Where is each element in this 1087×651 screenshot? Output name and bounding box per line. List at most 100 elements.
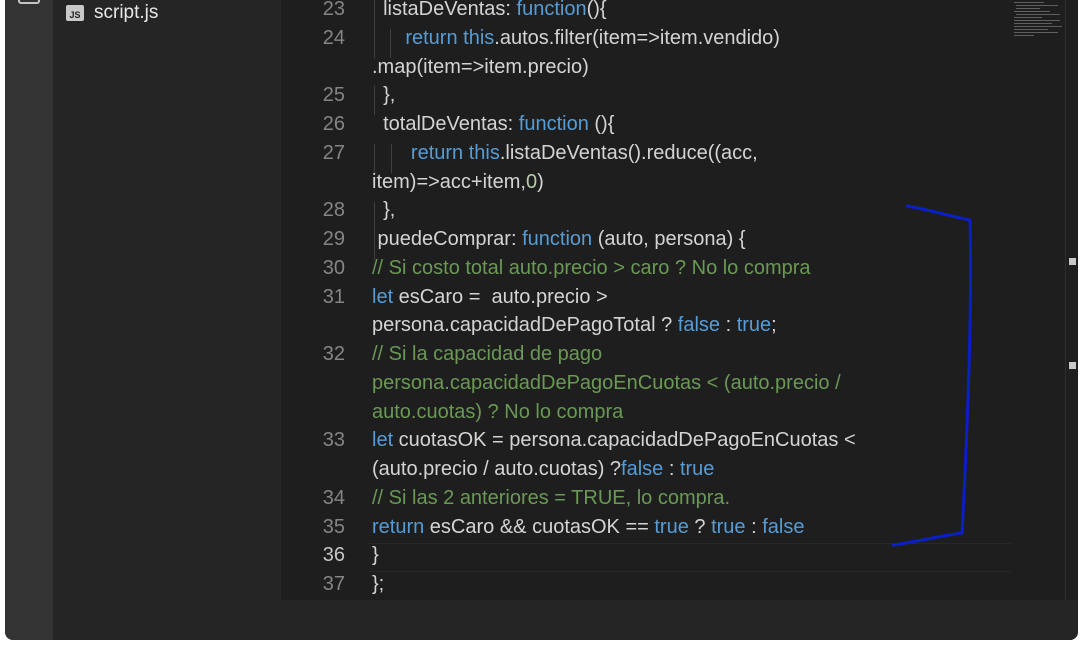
code-token: ): [537, 170, 544, 193]
code-line[interactable]: 30 // Si costo total auto.precio > caro ?…: [281, 254, 1011, 283]
code-line[interactable]: 26 totalDeVentas: function (){: [281, 110, 1011, 139]
code-text: return this.autos.filter(item=>item.vend…: [372, 24, 780, 53]
line-number: 24: [322, 26, 345, 49]
line-number: 32: [322, 343, 345, 365]
code-text: persona.capacidadDePagoEnCuotas < (auto.…: [372, 369, 841, 398]
code-line[interactable]: 35 return esCaro && cuotasOK == true ? tr…: [281, 513, 1011, 542]
line-number: 34: [322, 486, 345, 509]
code-token: return: [372, 515, 425, 538]
scrollbar-marker: [1069, 362, 1076, 369]
code-line[interactable]: 33 let cuotasOK = persona.capacidadDePago…: [281, 426, 1011, 455]
line-number: 25: [322, 84, 345, 107]
code-token: true: [736, 314, 772, 337]
line-number: 30: [322, 256, 345, 279]
code-token: :: [720, 314, 737, 337]
line-number: 26: [322, 113, 345, 135]
code-token: this: [468, 141, 500, 164]
code-token: :: [745, 515, 763, 538]
code-text: }: [372, 541, 379, 570]
line-number: 33: [322, 429, 345, 452]
code-token: (){: [586, 0, 607, 20]
code-token: auto.cuotas) ? No lo compra: [372, 400, 624, 423]
code-token: (auto, persona) {: [592, 228, 746, 250]
code-line[interactable]: persona.capacidadDePagoTotal ? false : t…: [281, 311, 1011, 340]
code-line[interactable]: 34 // Si las 2 anteriores = TRUE, lo comp…: [281, 484, 1011, 513]
activity-bar: [5, 0, 53, 640]
code-token: persona.capacidadDePagoTotal ?: [372, 314, 678, 337]
code-token: false: [762, 515, 805, 538]
indent-guide: [391, 144, 392, 173]
code-line[interactable]: 23 listaDeVentas: function(){: [281, 0, 1011, 24]
code-token: true: [711, 515, 746, 538]
indent-guide: [374, 86, 375, 115]
code-line[interactable]: 25 },: [281, 81, 1011, 110]
code-token: ;: [771, 314, 777, 337]
code-text: totalDeVentas: function (){: [372, 110, 614, 139]
code-line[interactable]: 32 // Si la capacidad de pago: [281, 340, 1011, 369]
code-token: 0: [525, 170, 538, 193]
code-text: (auto.precio / auto.cuotas) ?false : tru…: [372, 455, 714, 484]
code-token: // Si costo total auto.precio > caro ? N…: [372, 256, 811, 279]
code-token: },: [372, 199, 396, 222]
code-token: .autos.filter(item=>item.vendido): [494, 26, 780, 49]
code-text: auto.cuotas) ? No lo compra: [372, 398, 623, 427]
code-token: (auto.precio / auto.cuotas) ?: [372, 458, 622, 480]
code-token: (){: [588, 113, 615, 135]
file-item-script-js[interactable]: JS script.js: [53, 0, 281, 28]
code-text: listaDeVentas: function(){: [372, 0, 607, 24]
js-file-icon: JS: [66, 5, 84, 21]
code-text: };: [372, 570, 384, 599]
code-token: :: [663, 458, 680, 480]
line-number: 36: [322, 544, 345, 567]
line-number: 23: [322, 0, 345, 20]
explorer-icon[interactable]: [18, 0, 40, 4]
indent-guide: [374, 202, 375, 231]
vertical-scrollbar[interactable]: [1065, 0, 1078, 600]
code-text: // Si las 2 anteriores = TRUE, lo compra…: [372, 484, 730, 513]
code-text: return esCaro && cuotasOK == true ? true…: [372, 513, 804, 542]
code-token: false: [677, 314, 721, 337]
code-line[interactable]: 29 puedeComprar: function (auto, persona…: [281, 225, 1011, 254]
code-line[interactable]: (auto.precio / auto.cuotas) ?false : tru…: [281, 455, 1011, 484]
code-token: true: [679, 458, 715, 480]
code-line[interactable]: 37};: [281, 570, 1011, 599]
editor-window: JS script.js 23 listaDeVentas: function(…: [5, 0, 1078, 640]
code-token: function: [522, 228, 593, 250]
code-text: },: [372, 81, 395, 110]
indent-guide: [374, 231, 375, 260]
code-token: cuotasOK = persona.capacidadDePagoEnCuot…: [393, 429, 856, 452]
code-token: }: [372, 544, 379, 567]
code-token: puedeComprar:: [372, 228, 523, 250]
code-token: let: [372, 285, 394, 308]
code-token: .map(item=>item.precio): [372, 55, 589, 78]
indent-guide: [374, 0, 375, 29]
code-token: esCaro = auto.precio >: [393, 285, 608, 308]
code-line[interactable]: persona.capacidadDePagoEnCuotas < (auto.…: [281, 369, 1011, 398]
indent-guide: [390, 29, 391, 58]
code-line[interactable]: 36}: [281, 541, 1011, 570]
code-token: // Si la capacidad de pago: [372, 343, 603, 365]
line-number: 28: [322, 199, 345, 222]
code-text: // Si costo total auto.precio > caro ? N…: [372, 254, 811, 283]
code-token: listaDeVentas:: [372, 0, 517, 20]
code-token: let: [372, 429, 394, 452]
code-token: false: [621, 458, 664, 480]
code-token: esCaro && cuotasOK ==: [424, 515, 655, 538]
code-text: return this.listaDeVentas().reduce((acc,: [372, 139, 758, 168]
code-text: persona.capacidadDePagoTotal ? false : t…: [372, 311, 777, 340]
code-text: puedeComprar: function (auto, persona) {: [372, 225, 746, 254]
code-token: this: [463, 26, 495, 49]
minimap[interactable]: [1010, 0, 1065, 38]
line-number: 27: [322, 141, 345, 164]
code-token: .listaDeVentas().reduce((acc,: [499, 141, 758, 164]
code-line[interactable]: 28 },: [281, 196, 1011, 225]
code-editor[interactable]: 23 listaDeVentas: function(){24 return t…: [281, 0, 1078, 600]
code-token: true: [654, 515, 689, 538]
line-number: 31: [322, 285, 345, 308]
code-line[interactable]: 31 let esCaro = auto.precio >: [281, 283, 1011, 312]
file-name-label: script.js: [94, 2, 159, 23]
line-number: 29: [322, 228, 345, 250]
line-number: 35: [322, 515, 345, 538]
code-line[interactable]: auto.cuotas) ? No lo compra: [281, 398, 1011, 427]
code-text: // Si la capacidad de pago: [372, 340, 602, 369]
